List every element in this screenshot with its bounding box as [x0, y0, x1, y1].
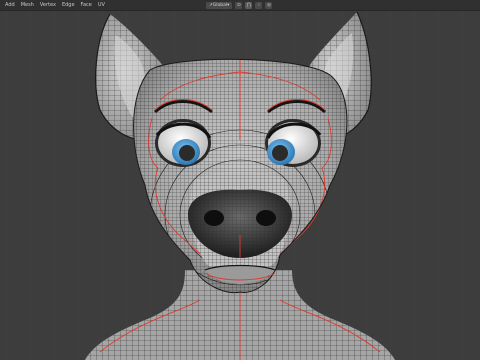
snap-target-icon: ⁘	[257, 2, 261, 8]
viewport-canvas[interactable]	[0, 10, 480, 360]
pivot-point-icon: ⊙	[237, 2, 241, 8]
transform-orientation-label: Global	[212, 2, 228, 8]
header-tools: ↗ Global ▾ ⊙ ⋂ ⁘ ◎	[206, 1, 273, 9]
menu-vertex[interactable]: Vertex	[37, 0, 59, 10]
menu-uv[interactable]: UV	[95, 0, 108, 10]
snap-magnet-icon: ⋂	[247, 2, 251, 8]
viewport-header: Add Mesh Vertex Edge Face UV ↗ Global ▾ …	[0, 0, 480, 11]
blender-window: Add Mesh Vertex Edge Face UV ↗ Global ▾ …	[0, 0, 480, 360]
right-eye	[265, 119, 322, 167]
menu-edge[interactable]: Edge	[59, 0, 78, 10]
left-eye	[155, 119, 212, 167]
menu-face[interactable]: Face	[78, 0, 95, 10]
proportional-edit-button[interactable]: ◎	[265, 1, 273, 9]
chevron-down-icon: ▾	[227, 2, 230, 8]
snap-target-button[interactable]: ⁘	[255, 1, 263, 9]
proportional-edit-icon: ◎	[266, 2, 271, 8]
3d-viewport[interactable]	[0, 10, 480, 360]
transform-orientation-dropdown[interactable]: ↗ Global ▾	[206, 1, 233, 9]
pivot-point-button[interactable]: ⊙	[235, 1, 243, 9]
menu-mesh[interactable]: Mesh	[18, 0, 37, 10]
header-menu: Add Mesh Vertex Edge Face UV	[2, 0, 108, 10]
snap-toggle[interactable]: ⋂	[245, 1, 253, 9]
menu-add[interactable]: Add	[2, 0, 18, 10]
